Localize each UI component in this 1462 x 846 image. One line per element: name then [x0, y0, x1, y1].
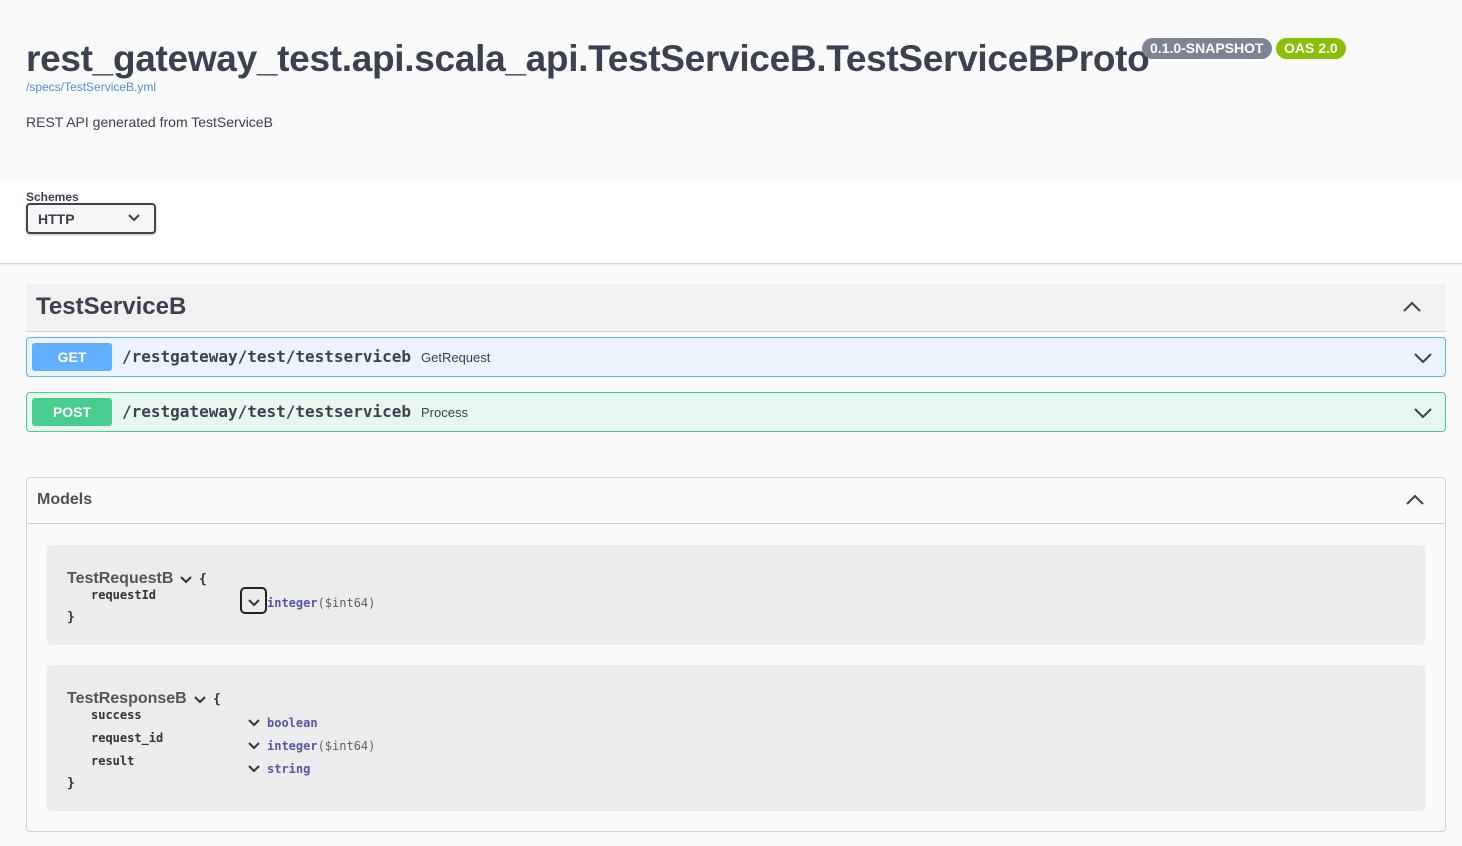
chevron-down-icon[interactable] [248, 764, 260, 774]
api-info: rest_gateway_test.api.scala_api.TestServ… [0, 0, 1462, 180]
open-brace: { [213, 692, 221, 707]
property-type: string [267, 762, 310, 776]
chevron-down-icon[interactable] [248, 718, 260, 728]
api-description: REST API generated from TestServiceB [26, 114, 273, 130]
version-badge: 0.1.0-SNAPSHOT [1142, 38, 1272, 59]
schemes-bar: Schemes HTTP [0, 180, 1462, 264]
model-name[interactable]: TestResponseB [67, 690, 187, 708]
oas-badge: OAS 2.0 [1276, 38, 1346, 59]
method-badge-get: GET [32, 343, 112, 371]
model-testrequestb: TestRequestB { requestId integer($int64)… [47, 545, 1425, 645]
chevron-down-icon[interactable] [248, 741, 260, 751]
property-type: boolean [267, 716, 318, 730]
property-name: requestId [91, 588, 157, 602]
models-header[interactable]: Models [27, 478, 1445, 524]
operation-summary: GetRequest [421, 350, 491, 365]
tag-section-header[interactable]: TestServiceB [26, 284, 1446, 332]
schemes-selected-value: HTTP [38, 211, 75, 227]
type-name: string [267, 762, 311, 776]
chevron-down-icon[interactable] [248, 598, 260, 608]
type-name: integer [267, 739, 318, 753]
schemes-select[interactable]: HTTP [26, 203, 156, 234]
chevron-down-icon[interactable] [194, 695, 206, 705]
property-type: integer($int64) [267, 596, 375, 610]
operation-path: /restgateway/test/testserviceb [122, 402, 411, 421]
type-format: ($int64) [317, 739, 376, 753]
property-name: result [91, 754, 135, 768]
operation-summary: Process [421, 405, 468, 420]
method-badge-post: POST [32, 398, 112, 426]
opblock-post[interactable]: POST /restgateway/test/testserviceb Proc… [26, 392, 1446, 432]
open-brace: { [199, 572, 207, 587]
opblock-get[interactable]: GET /restgateway/test/testserviceb GetRe… [26, 337, 1446, 377]
model-testresponseb: TestResponseB { success boolean request_… [47, 665, 1425, 811]
schemes-label: Schemes [26, 190, 79, 204]
property-name: success [91, 708, 142, 722]
chevron-down-icon[interactable] [1413, 351, 1433, 365]
chevron-down-icon[interactable] [1413, 406, 1433, 420]
model-name[interactable]: TestRequestB [67, 570, 173, 588]
chevron-up-icon[interactable] [1402, 300, 1422, 314]
page-title: rest_gateway_test.api.scala_api.TestServ… [26, 38, 1150, 79]
models-title: Models [37, 491, 93, 508]
chevron-down-icon [128, 214, 140, 222]
property-type: integer($int64) [267, 739, 375, 753]
type-name: integer [267, 596, 318, 610]
spec-link[interactable]: /specs/TestServiceB.yml [26, 80, 156, 94]
chevron-down-icon[interactable] [180, 575, 192, 585]
chevron-up-icon[interactable] [1405, 493, 1425, 507]
operation-path: /restgateway/test/testserviceb [122, 347, 411, 366]
property-name: request_id [91, 731, 164, 745]
models-section: Models TestRequestB { requestId integer(… [26, 477, 1446, 832]
type-name: boolean [267, 716, 318, 730]
close-brace: } [67, 776, 75, 791]
close-brace: } [67, 610, 75, 625]
tag-name: TestServiceB [36, 293, 187, 320]
type-format: ($int64) [317, 596, 376, 610]
